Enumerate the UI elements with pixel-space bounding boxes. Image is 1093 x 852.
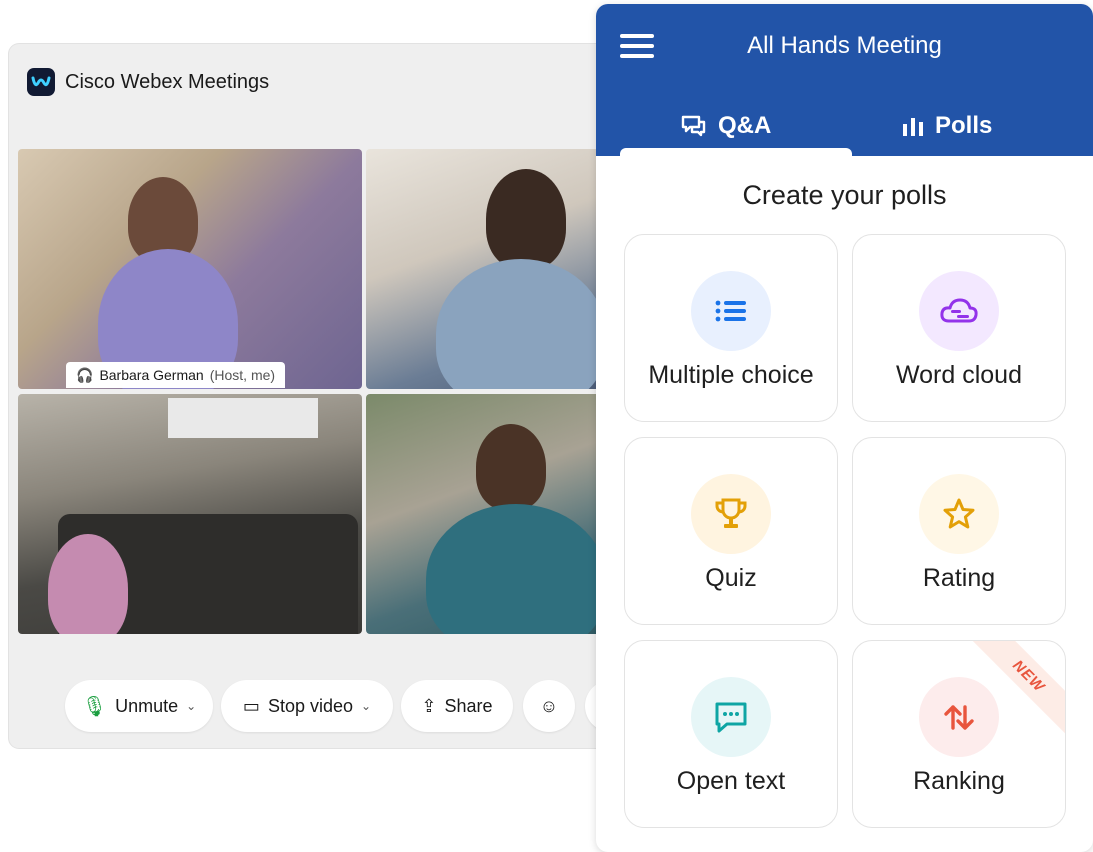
poll-type-open-text[interactable]: Open text [624,640,838,828]
chat-bubbles-icon [681,115,706,137]
tab-polls-label: Polls [935,112,993,139]
app-title: Cisco Webex Meetings [65,70,270,93]
poll-type-ranking[interactable]: NEW Ranking [852,640,1066,828]
tab-qa-label: Q&A [718,112,772,139]
chevron-down-icon[interactable]: ⌄ [361,699,371,713]
trophy-icon [691,474,771,554]
bar-chart-icon [903,118,923,136]
meeting-title: All Hands Meeting [747,32,942,59]
participant-body [426,504,606,634]
share-label: Share [444,695,493,716]
smiley-icon: ☺ [539,695,559,716]
card-label: Quiz [705,564,757,592]
poll-type-rating[interactable]: Rating [852,437,1066,625]
unmute-label: Unmute [115,695,179,716]
video-tile-4[interactable] [366,394,610,634]
participant-role: (Host, me) [209,367,276,383]
card-label: Word cloud [896,361,1022,389]
card-label: Multiple choice [648,361,814,389]
tab-qa[interactable]: Q&A [680,112,771,140]
sort-arrows-icon [919,677,999,757]
webex-window: Cisco Webex Meetings 🎧 Barbara German (H… [9,44,649,748]
polls-panel: All Hands Meeting Q&A Polls Create your … [596,4,1093,852]
video-tile-3[interactable] [18,394,362,634]
video-tile-2[interactable] [366,149,610,389]
reactions-button[interactable]: ☺ [523,680,575,732]
participant-name: Barbara German [99,367,204,383]
tab-polls[interactable]: Polls [901,112,992,140]
participant-body [436,259,606,389]
panel-header: All Hands Meeting Q&A Polls [596,4,1093,156]
participant-body [48,534,128,634]
participant-head [486,169,566,269]
chevron-down-icon[interactable]: ⌄ [186,699,196,713]
video-tile-1[interactable]: 🎧 Barbara German (Host, me) [18,149,362,389]
message-icon [691,677,771,757]
unmute-button[interactable]: 🎙 Unmute ⌄ [65,680,213,732]
create-polls-heading: Create your polls [742,180,947,210]
poll-type-word-cloud[interactable]: Word cloud [852,234,1066,422]
stop-video-label: Stop video [267,695,353,716]
webex-logo-icon [27,68,55,96]
share-icon: ⇪ [421,695,437,716]
participant-name-tag: 🎧 Barbara German (Host, me) [66,362,286,388]
new-badge-label: NEW [1009,656,1049,696]
poll-type-quiz[interactable]: Quiz [624,437,838,625]
cloud-icon [919,271,999,351]
stop-video-button[interactable]: ▭ Stop video ⌄ [221,680,393,732]
card-label: Rating [922,564,996,592]
whiteboard [168,398,318,438]
card-label: Ranking [913,767,1005,795]
microphone-icon: 🎙 [81,695,108,718]
active-tab-indicator [620,148,852,156]
poll-type-multiple-choice[interactable]: Multiple choice [624,234,838,422]
list-icon [691,271,771,351]
app-header: Cisco Webex Meetings [27,68,269,96]
share-button[interactable]: ⇪ Share [401,680,513,732]
participant-head [476,424,546,510]
headset-icon: 🎧 [76,366,94,383]
star-icon [919,474,999,554]
card-label: Open text [676,767,786,795]
camera-icon: ▭ [242,695,260,716]
